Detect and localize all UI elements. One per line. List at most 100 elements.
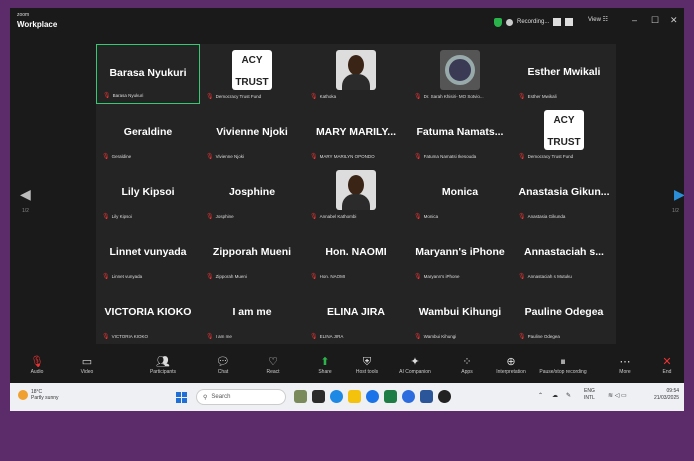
microphone-muted-icon: 🎙︎ — [518, 274, 526, 280]
toolbar-label: Host tools — [355, 369, 379, 375]
toolbar-participants-button[interactable]: 👥︎ Participants — [138, 355, 188, 375]
chrome-icon[interactable] — [366, 390, 379, 403]
toolbar-label: Apps — [461, 369, 473, 375]
view-button[interactable]: View ☷ — [588, 16, 608, 23]
participant-tile[interactable]: Vivienne Njoki 🎙︎ Vivienne Njoki — [200, 104, 304, 164]
apps-icon: ⁘ — [462, 356, 472, 368]
participant-label: 🎙︎ Lily Kipsoi — [102, 212, 196, 221]
participant-tile[interactable]: ELINA JIRA 🎙︎ ELINA JIRA — [304, 284, 408, 344]
toolbar-host-tools-button[interactable]: ⛨ Host tools — [342, 355, 392, 375]
participant-label-text: Democracy Trust Fund — [527, 154, 574, 159]
zoom-window: zoom Workplace Recording... View ☷ – ☐ ✕… — [10, 8, 684, 411]
toolbar-chat-button[interactable]: 💬︎ Chat — [198, 355, 248, 375]
edge-icon[interactable] — [330, 390, 343, 403]
participant-label: 🎙︎ VICTORIA KIOKO — [102, 332, 196, 341]
toolbar-pause-stop-recording-button[interactable]: ⏸︎ Pause/stop recording — [538, 355, 588, 375]
stop-recording-button[interactable] — [565, 18, 574, 26]
toolbar-interpretation-button[interactable]: ⊕ Interpretation — [486, 355, 536, 375]
participant-name: MARY MARILY... — [315, 126, 397, 138]
participant-label-text: Esther Mwikali — [527, 94, 557, 99]
participant-label: 🎙︎ Linnet vunyada — [102, 272, 196, 281]
file-explorer-icon[interactable] — [348, 390, 361, 403]
taskbar-app-icon[interactable] — [294, 390, 307, 403]
toolbar-ai-companion-button[interactable]: ✦ AI Companion — [390, 355, 440, 375]
media-player-icon[interactable] — [438, 390, 451, 403]
participant-avatar — [336, 50, 376, 90]
participant-label-text: Kathoka — [319, 94, 337, 99]
microphone-muted-icon: 🎙︎ — [518, 334, 526, 340]
participant-tile[interactable]: Fatuma Namats... 🎙︎ Fatuma Namatsi Ikesoud… — [408, 104, 512, 164]
toolbar-apps-button[interactable]: ⁘ Apps — [442, 355, 492, 375]
participant-tile[interactable]: Linnet vunyada 🎙︎ Linnet vunyada — [96, 224, 200, 284]
participant-tile[interactable]: Esther Mwikali 🎙︎ Esther Mwikali — [512, 44, 616, 104]
pause-recording-button[interactable] — [553, 18, 562, 26]
participant-label: 🎙︎ MARY MARILYN OPONDO — [310, 152, 404, 161]
network-tray-icon[interactable]: ☁ — [552, 392, 558, 399]
participants-icon: 👥︎ — [156, 356, 170, 368]
tray-chevron-icon[interactable]: ⌃ — [538, 392, 543, 399]
toolbar-label: End — [662, 369, 672, 375]
participant-tile[interactable]: Maryann's iPhone 🎙︎ Maryann's iPhone — [408, 224, 512, 284]
weather-text: Partly sunny — [31, 395, 59, 401]
participant-tile[interactable]: Zipporah Mueni 🎙︎ Zipporah Mueni — [200, 224, 304, 284]
maximize-button[interactable]: ☐ — [651, 15, 659, 26]
microphone-muted-icon: 🎙︎ — [206, 274, 214, 280]
language-indicator[interactable]: ENG INTL — [584, 388, 595, 402]
zoom-app-icon[interactable] — [402, 390, 415, 403]
clock[interactable]: 09:54 21/03/2025 — [654, 388, 679, 402]
participant-label: 🎙︎ Vivienne Njoki — [206, 152, 300, 161]
toolbar-audio-button[interactable]: 🎙︎ Audio — [12, 355, 62, 375]
microphone-muted-icon: 🎙︎ — [30, 356, 44, 368]
excel-icon[interactable] — [384, 390, 397, 403]
toolbar-video-button[interactable]: ▭ Video — [62, 355, 112, 375]
toolbar-more-button[interactable]: ⋯ More — [600, 355, 650, 375]
pen-tray-icon[interactable]: ✎ — [566, 392, 571, 399]
participant-tile[interactable]: 🎙︎ Annabel Kathombi — [304, 164, 408, 224]
participant-tile[interactable]: I am me 🎙︎ I am me — [200, 284, 304, 344]
participant-name: Wambui Kihungi — [418, 306, 502, 318]
minimize-button[interactable]: – — [632, 15, 637, 25]
participant-tile[interactable]: Anastasia Gikun... 🎙︎ Anastasia Gikunda — [512, 164, 616, 224]
participant-tile[interactable]: 🎙︎ Kathoka — [304, 44, 408, 104]
start-button[interactable] — [176, 392, 187, 403]
participant-tile[interactable]: VICTORIA KIOKO 🎙︎ VICTORIA KIOKO — [96, 284, 200, 344]
participant-tile[interactable]: Wambui Kihungi 🎙︎ Wambui Kihungi — [408, 284, 512, 344]
prev-page-arrow-icon[interactable]: ◀ — [20, 186, 31, 203]
weather-widget[interactable]: 18°C Partly sunny — [18, 389, 59, 401]
microphone-muted-icon: 🎙︎ — [414, 94, 422, 100]
participant-tile[interactable]: Barasa Nyukuri 🎙︎ Barasa Nyukuri — [96, 44, 200, 104]
close-button[interactable]: ✕ — [670, 15, 678, 26]
participant-tile[interactable]: Pauline Odegea 🎙︎ Pauline Odegea — [512, 284, 616, 344]
participant-tile[interactable]: Monica 🎙︎ Monica — [408, 164, 512, 224]
participant-tile[interactable]: 🎙︎ Dr. Sarah Khisiri- MO Sotvio... — [408, 44, 512, 104]
participant-label-text: Wambui Kihungi — [423, 334, 457, 339]
participant-tile[interactable]: MARY MARILY... 🎙︎ MARY MARILYN OPONDO — [304, 104, 408, 164]
wifi-icon[interactable]: ≋ ◁ ▭ — [608, 392, 627, 399]
next-page-arrow-icon[interactable]: ▶ — [674, 186, 684, 203]
toolbar-react-button[interactable]: ♡ React — [248, 355, 298, 375]
taskbar-search[interactable]: ⚲ Search — [196, 389, 286, 405]
participant-name: Annastaciah s... — [524, 246, 604, 258]
more-icon: ⋯ — [619, 356, 631, 368]
participant-tile[interactable]: ACY TRUSTPower Fund 🎙︎Democracy Trust Fun… — [200, 44, 304, 104]
participant-tile[interactable]: Annastaciah s... 🎙︎ Annastaciah s Mutuku — [512, 224, 616, 284]
participant-label-text: Geraldine — [111, 154, 132, 159]
participant-name: ELINA JIRA — [327, 306, 385, 318]
participant-tile[interactable]: ACY TRUSTPower Fund 🎙︎Democracy Trust Fun… — [512, 104, 616, 164]
participant-tile[interactable]: Lily Kipsoi 🎙︎ Lily Kipsoi — [96, 164, 200, 224]
toolbar-label: Participants — [149, 369, 177, 375]
meeting-toolbar: 🎙︎ Audio ▭ Video 👥︎ Participants 💬︎ Chat ♡ React ⬆… — [10, 353, 684, 381]
participant-tile[interactable]: Hon. NAOMI 🎙︎ Hon. NAOMI — [304, 224, 408, 284]
task-view-icon[interactable] — [312, 390, 325, 403]
participant-tile[interactable]: Josphine 🎙︎ Josphine — [200, 164, 304, 224]
toolbar-label: React — [266, 369, 280, 375]
word-icon[interactable] — [420, 390, 433, 403]
participant-name: I am me — [232, 306, 272, 318]
recording-indicator[interactable]: Recording... — [494, 15, 574, 29]
toolbar-end-button[interactable]: ✕ End — [650, 355, 684, 375]
participant-label-text: Annastaciah s Mutuku — [527, 274, 572, 279]
windows-taskbar: 18°C Partly sunny ⚲ Search ⌃ ☁ ✎ ENG INTL… — [10, 383, 684, 411]
participant-label-text: Pauline Odegea — [527, 334, 560, 339]
participant-tile[interactable]: Geraldine 🎙︎ Geraldine — [96, 104, 200, 164]
participant-name: Hon. NAOMI — [325, 246, 387, 258]
